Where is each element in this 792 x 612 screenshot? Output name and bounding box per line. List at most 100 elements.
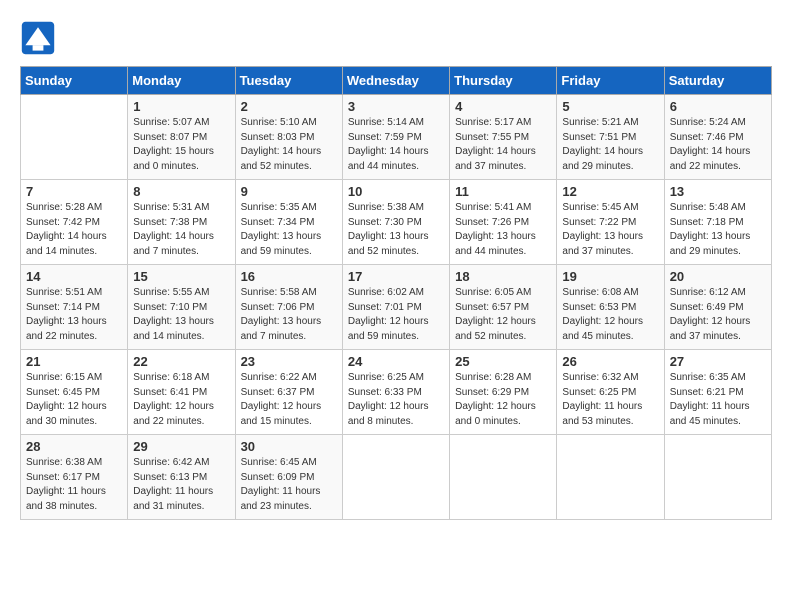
day-number: 13: [670, 184, 766, 199]
week-row-2: 7 Sunrise: 5:28 AMSunset: 7:42 PMDaylight…: [21, 180, 772, 265]
day-number: 24: [348, 354, 444, 369]
day-number: 2: [241, 99, 337, 114]
day-info: Sunrise: 5:24 AMSunset: 7:46 PMDaylight:…: [670, 116, 766, 174]
day-info: Sunrise: 5:48 AMSunset: 7:18 PMDaylight:…: [670, 201, 766, 259]
weekday-header-thursday: Thursday: [450, 67, 557, 95]
day-number: 14: [26, 269, 122, 284]
calendar-cell: 20 Sunrise: 6:12 AMSunset: 6:49 PMDayligh…: [664, 265, 771, 350]
weekday-header-friday: Friday: [557, 67, 664, 95]
weekday-header-monday: Monday: [128, 67, 235, 95]
calendar-cell: 12 Sunrise: 5:45 AMSunset: 7:22 PMDayligh…: [557, 180, 664, 265]
day-number: 18: [455, 269, 551, 284]
logo: [20, 20, 62, 56]
day-info: Sunrise: 5:14 AMSunset: 7:59 PMDaylight:…: [348, 116, 444, 174]
calendar-cell: 5 Sunrise: 5:21 AMSunset: 7:51 PMDaylight…: [557, 95, 664, 180]
calendar-cell: 15 Sunrise: 5:55 AMSunset: 7:10 PMDayligh…: [128, 265, 235, 350]
calendar-cell: 7 Sunrise: 5:28 AMSunset: 7:42 PMDaylight…: [21, 180, 128, 265]
day-number: 19: [562, 269, 658, 284]
day-info: Sunrise: 5:07 AMSunset: 8:07 PMDaylight:…: [133, 116, 229, 174]
calendar-cell: 3 Sunrise: 5:14 AMSunset: 7:59 PMDaylight…: [342, 95, 449, 180]
weekday-header-saturday: Saturday: [664, 67, 771, 95]
day-number: 28: [26, 439, 122, 454]
calendar-cell: 6 Sunrise: 5:24 AMSunset: 7:46 PMDaylight…: [664, 95, 771, 180]
calendar-cell: 4 Sunrise: 5:17 AMSunset: 7:55 PMDaylight…: [450, 95, 557, 180]
calendar-cell: 8 Sunrise: 5:31 AMSunset: 7:38 PMDaylight…: [128, 180, 235, 265]
week-row-5: 28 Sunrise: 6:38 AMSunset: 6:17 PMDayligh…: [21, 435, 772, 520]
day-info: Sunrise: 6:25 AMSunset: 6:33 PMDaylight:…: [348, 371, 444, 429]
day-info: Sunrise: 5:21 AMSunset: 7:51 PMDaylight:…: [562, 116, 658, 174]
day-info: Sunrise: 5:51 AMSunset: 7:14 PMDaylight:…: [26, 286, 122, 344]
calendar-cell: 24 Sunrise: 6:25 AMSunset: 6:33 PMDayligh…: [342, 350, 449, 435]
calendar-cell: 29 Sunrise: 6:42 AMSunset: 6:13 PMDayligh…: [128, 435, 235, 520]
day-number: 16: [241, 269, 337, 284]
day-number: 23: [241, 354, 337, 369]
page-header: [20, 20, 772, 56]
calendar-cell: [450, 435, 557, 520]
day-number: 21: [26, 354, 122, 369]
calendar-cell: 9 Sunrise: 5:35 AMSunset: 7:34 PMDaylight…: [235, 180, 342, 265]
calendar-cell: 26Sunrise: 6:32 AMSunset: 6:25 PMDayligh…: [557, 350, 664, 435]
calendar-cell: [342, 435, 449, 520]
day-number: 25: [455, 354, 551, 369]
day-number: 17: [348, 269, 444, 284]
day-number: 26: [562, 354, 658, 369]
day-number: 10: [348, 184, 444, 199]
day-info: Sunrise: 5:38 AMSunset: 7:30 PMDaylight:…: [348, 201, 444, 259]
day-number: 1: [133, 99, 229, 114]
day-info: Sunrise: 5:41 AMSunset: 7:26 PMDaylight:…: [455, 201, 551, 259]
day-number: 29: [133, 439, 229, 454]
calendar-cell: 23 Sunrise: 6:22 AMSunset: 6:37 PMDayligh…: [235, 350, 342, 435]
day-number: 30: [241, 439, 337, 454]
calendar-cell: 30Sunrise: 6:45 AMSunset: 6:09 PMDayligh…: [235, 435, 342, 520]
day-number: 9: [241, 184, 337, 199]
day-number: 20: [670, 269, 766, 284]
week-row-3: 14 Sunrise: 5:51 AMSunset: 7:14 PMDayligh…: [21, 265, 772, 350]
day-info: Sunrise: 6:05 AMSunset: 6:57 PMDaylight:…: [455, 286, 551, 344]
day-info: Sunrise: 6:12 AMSunset: 6:49 PMDaylight:…: [670, 286, 766, 344]
calendar-cell: 17 Sunrise: 6:02 AMSunset: 7:01 PMDayligh…: [342, 265, 449, 350]
weekday-header-sunday: Sunday: [21, 67, 128, 95]
day-number: 12: [562, 184, 658, 199]
calendar-cell: 13 Sunrise: 5:48 AMSunset: 7:18 PMDayligh…: [664, 180, 771, 265]
day-info: Sunrise: 6:08 AMSunset: 6:53 PMDaylight:…: [562, 286, 658, 344]
day-info: Sunrise: 5:55 AMSunset: 7:10 PMDaylight:…: [133, 286, 229, 344]
day-info: Sunrise: 6:02 AMSunset: 7:01 PMDaylight:…: [348, 286, 444, 344]
calendar-cell: 18 Sunrise: 6:05 AMSunset: 6:57 PMDayligh…: [450, 265, 557, 350]
day-info: Sunrise: 5:17 AMSunset: 7:55 PMDaylight:…: [455, 116, 551, 174]
day-number: 4: [455, 99, 551, 114]
calendar-cell: 22Sunrise: 6:18 AMSunset: 6:41 PMDayligh…: [128, 350, 235, 435]
weekday-header-row: SundayMondayTuesdayWednesdayThursdayFrid…: [21, 67, 772, 95]
day-info: Sunrise: 5:58 AMSunset: 7:06 PMDaylight:…: [241, 286, 337, 344]
day-number: 15: [133, 269, 229, 284]
day-number: 6: [670, 99, 766, 114]
week-row-4: 21 Sunrise: 6:15 AMSunset: 6:45 PMDayligh…: [21, 350, 772, 435]
day-info: Sunrise: 5:31 AMSunset: 7:38 PMDaylight:…: [133, 201, 229, 259]
weekday-header-tuesday: Tuesday: [235, 67, 342, 95]
weekday-header-wednesday: Wednesday: [342, 67, 449, 95]
day-number: 3: [348, 99, 444, 114]
calendar-cell: 27 Sunrise: 6:35 AMSunset: 6:21 PMDayligh…: [664, 350, 771, 435]
calendar-cell: 11Sunrise: 5:41 AMSunset: 7:26 PMDayligh…: [450, 180, 557, 265]
day-info: Sunrise: 6:38 AMSunset: 6:17 PMDaylight:…: [26, 456, 122, 514]
day-info: Sunrise: 5:10 AMSunset: 8:03 PMDaylight:…: [241, 116, 337, 174]
day-info: Sunrise: 5:28 AMSunset: 7:42 PMDaylight:…: [26, 201, 122, 259]
calendar-cell: 1 Sunrise: 5:07 AMSunset: 8:07 PMDaylight…: [128, 95, 235, 180]
calendar-cell: 21 Sunrise: 6:15 AMSunset: 6:45 PMDayligh…: [21, 350, 128, 435]
calendar-cell: 10 Sunrise: 5:38 AMSunset: 7:30 PMDayligh…: [342, 180, 449, 265]
calendar-cell: [664, 435, 771, 520]
day-number: 5: [562, 99, 658, 114]
day-info: Sunrise: 5:35 AMSunset: 7:34 PMDaylight:…: [241, 201, 337, 259]
day-info: Sunrise: 5:45 AMSunset: 7:22 PMDaylight:…: [562, 201, 658, 259]
day-info: Sunrise: 6:35 AMSunset: 6:21 PMDaylight:…: [670, 371, 766, 429]
day-number: 7: [26, 184, 122, 199]
day-info: Sunrise: 6:15 AMSunset: 6:45 PMDaylight:…: [26, 371, 122, 429]
calendar-table: SundayMondayTuesdayWednesdayThursdayFrid…: [20, 66, 772, 520]
day-number: 8: [133, 184, 229, 199]
calendar-cell: [21, 95, 128, 180]
day-info: Sunrise: 6:42 AMSunset: 6:13 PMDaylight:…: [133, 456, 229, 514]
calendar-cell: [557, 435, 664, 520]
day-number: 27: [670, 354, 766, 369]
day-number: 22: [133, 354, 229, 369]
calendar-cell: 14 Sunrise: 5:51 AMSunset: 7:14 PMDayligh…: [21, 265, 128, 350]
day-info: Sunrise: 6:22 AMSunset: 6:37 PMDaylight:…: [241, 371, 337, 429]
